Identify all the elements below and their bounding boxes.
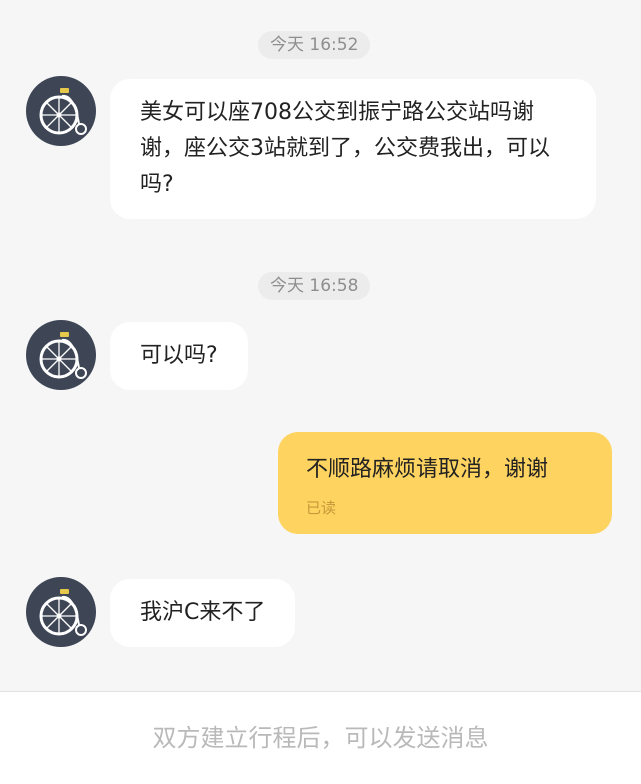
message-input-disabled-notice: 双方建立行程后，可以发送消息: [0, 692, 641, 784]
chat-area: 今天 16:52 美女可以座708公交到振宁路公交站吗谢谢，座公交3站就到了，公…: [0, 0, 641, 691]
read-status: 已读: [306, 499, 337, 517]
avatar[interactable]: [26, 76, 96, 146]
message-bubble-incoming[interactable]: 我沪C来不了: [110, 579, 296, 647]
message-text: 不顺路麻烦请取消，谢谢: [306, 457, 549, 482]
penny-farthing-bicycle-icon: [39, 332, 87, 379]
timestamp: 今天 16:58: [258, 272, 371, 300]
message-bubble-outgoing[interactable]: 不顺路麻烦请取消，谢谢 已读: [278, 432, 612, 534]
timestamp: 今天 16:52: [258, 31, 371, 59]
avatar[interactable]: [26, 320, 96, 390]
penny-farthing-bicycle-icon: [39, 589, 87, 636]
penny-farthing-bicycle-icon: [39, 88, 87, 135]
avatar[interactable]: [26, 577, 96, 647]
message-bubble-incoming[interactable]: 可以吗?: [110, 322, 248, 390]
message-bubble-incoming[interactable]: 美女可以座708公交到振宁路公交站吗谢谢，座公交3站就到了，公交费我出，可以吗?: [110, 79, 596, 219]
